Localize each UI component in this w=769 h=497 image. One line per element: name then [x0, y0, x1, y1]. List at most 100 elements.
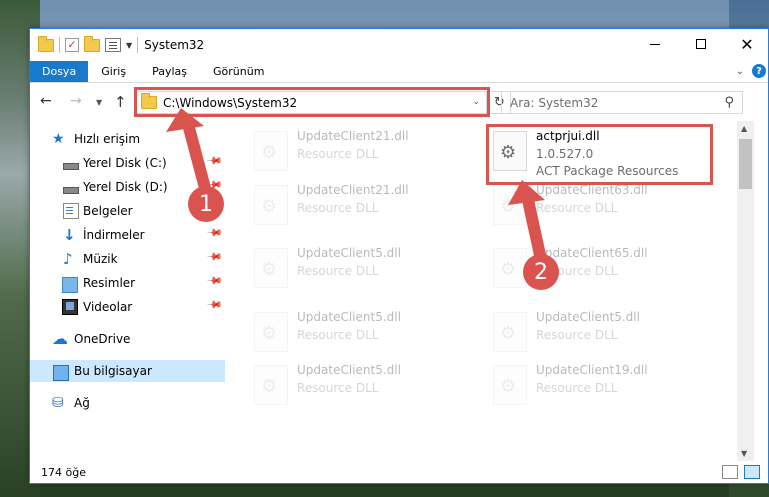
file-tile[interactable]: UpdateClient21.dll Resource DLL — [250, 125, 460, 177]
file-description: Resource DLL — [297, 201, 379, 215]
ribbon-tabs: Dosya Giriş Paylaş Görünüm ⌄ ? — [30, 61, 768, 83]
customize-toolbar-icon[interactable] — [105, 38, 121, 52]
computer-icon — [53, 365, 69, 381]
details-view-icon[interactable] — [722, 465, 738, 479]
close-icon: ✕ — [740, 34, 754, 54]
address-row: ← → ▼ ↑ C:\Windows\System32 ⌄ ↻ Ara: Sys… — [30, 84, 768, 120]
window-title: System32 — [144, 38, 205, 52]
dll-file-icon — [254, 365, 288, 405]
pin-icon: 📌 — [205, 225, 223, 242]
close-button[interactable]: ✕ — [724, 29, 768, 59]
file-description: Resource DLL — [297, 147, 379, 161]
file-tile[interactable]: UpdateClient5.dll Resource DLL — [489, 306, 699, 358]
scrollbar-thumb[interactable] — [739, 139, 752, 189]
minimize-button[interactable] — [632, 29, 678, 59]
maximize-button[interactable] — [678, 29, 724, 59]
file-tile[interactable]: UpdateClient5.dll Resource DLL — [250, 242, 460, 294]
nav-item-label: Ağ — [74, 396, 90, 410]
help-icon[interactable]: ? — [752, 64, 766, 78]
file-tile[interactable]: UpdateClient5.dll Resource DLL — [250, 359, 460, 411]
nav-item-label: İndirmeler — [83, 228, 145, 242]
nav-item-pictures[interactable]: Resimler 📌 — [30, 272, 225, 294]
nav-item-label: Müzik — [83, 252, 118, 266]
dll-file-icon — [254, 312, 288, 352]
file-explorer-window: ✓ ▼ System32 ✕ Dosya Giriş Paylaş Görünü… — [29, 28, 769, 484]
search-placeholder: Ara: System32 — [510, 95, 599, 110]
file-tile[interactable]: UpdateClient5.dll Resource DLL — [250, 306, 460, 358]
new-folder-icon[interactable] — [84, 35, 100, 52]
toolbar-dropdown-icon[interactable]: ▼ — [126, 41, 132, 50]
nav-item-downloads[interactable]: ↓ İndirmeler 📌 — [30, 224, 225, 246]
item-count: 174 öğe — [41, 466, 86, 479]
file-name: UpdateClient5.dll — [536, 310, 640, 324]
dll-file-icon — [254, 248, 288, 288]
tab-view[interactable]: Görünüm — [200, 61, 277, 82]
file-description: Resource DLL — [297, 381, 379, 395]
annotation-highlight-address — [134, 87, 490, 117]
nav-item-music[interactable]: ♪ Müzik 📌 — [30, 248, 225, 270]
ribbon-right-controls: ⌄ ? — [736, 64, 766, 78]
file-name: UpdateClient5.dll — [297, 246, 401, 260]
nav-item-this-pc[interactable]: Bu bilgisayar — [30, 360, 225, 382]
quick-access-toolbar: ✓ ▼ — [38, 35, 139, 53]
recent-locations-icon[interactable]: ▼ — [96, 98, 102, 107]
search-input[interactable]: Ara: System32 ⚲ — [501, 91, 743, 114]
file-tile[interactable]: UpdateClient21.dll Resource DLL — [250, 179, 460, 231]
download-icon: ↓ — [63, 226, 76, 244]
annotation-highlight-file — [486, 124, 713, 185]
nav-item-network[interactable]: ⛁ Ağ — [30, 392, 225, 414]
annotation-badge-2: 2 — [523, 254, 559, 290]
nav-item-label: Videolar — [83, 300, 133, 314]
vertical-scrollbar[interactable]: ▲ ▼ — [737, 121, 754, 461]
document-icon — [63, 203, 79, 219]
navigation-pane: ★ Hızlı erişim Yerel Disk (C:) 📌 Yerel D… — [30, 121, 225, 461]
file-description: Resource DLL — [297, 328, 379, 342]
file-name: UpdateClient19.dll — [536, 363, 648, 377]
drive-icon — [62, 179, 79, 195]
nav-item-label: Belgeler — [83, 204, 133, 218]
drive-icon — [62, 155, 79, 171]
divider — [137, 37, 139, 53]
annotation-badge-1: 1 — [188, 186, 224, 222]
status-bar: 174 öğe — [30, 461, 768, 483]
nav-item-onedrive[interactable]: ☁ OneDrive — [30, 328, 225, 350]
pin-icon: 📌 — [205, 249, 223, 266]
pin-icon: 📌 — [205, 297, 223, 314]
scroll-up-icon[interactable]: ▲ — [741, 124, 747, 133]
properties-check-icon[interactable]: ✓ — [65, 38, 79, 52]
dll-file-icon — [493, 312, 527, 352]
file-tile[interactable]: UpdateClient19.dll Resource DLL — [489, 359, 699, 411]
up-arrow-icon[interactable]: ↑ — [114, 93, 127, 111]
maximize-icon — [696, 39, 706, 49]
large-icons-view-icon[interactable] — [744, 465, 760, 479]
file-description: Resource DLL — [536, 201, 618, 215]
tab-home[interactable]: Giriş — [88, 61, 139, 82]
expand-ribbon-icon[interactable]: ⌄ — [736, 66, 744, 77]
nav-item-videos[interactable]: Videolar 📌 — [30, 296, 225, 318]
star-icon: ★ — [52, 131, 65, 147]
forward-arrow-icon[interactable]: → — [70, 93, 82, 109]
music-icon: ♪ — [63, 250, 73, 268]
file-tile[interactable]: UpdateClient63.dll Resource DLL — [489, 179, 699, 231]
nav-item-quick-access[interactable]: ★ Hızlı erişim — [30, 128, 225, 150]
tab-share[interactable]: Paylaş — [139, 61, 200, 82]
file-name: UpdateClient63.dll — [536, 183, 648, 197]
file-name: UpdateClient5.dll — [297, 310, 401, 324]
scroll-down-icon[interactable]: ▼ — [741, 449, 747, 458]
nav-item-local-disk-c[interactable]: Yerel Disk (C:) 📌 — [30, 152, 225, 174]
pin-icon: 📌 — [205, 153, 223, 170]
folder-icon — [38, 35, 54, 52]
dll-file-icon — [254, 131, 288, 171]
picture-icon — [62, 277, 78, 293]
nav-item-label: Resimler — [83, 276, 136, 290]
back-arrow-icon[interactable]: ← — [40, 93, 52, 109]
tab-file[interactable]: Dosya — [30, 61, 89, 82]
title-bar: ✓ ▼ System32 ✕ — [30, 29, 768, 61]
dll-file-icon — [493, 248, 527, 288]
video-icon — [62, 299, 78, 315]
file-description: Resource DLL — [297, 264, 379, 278]
divider — [59, 37, 60, 53]
cloud-icon: ☁ — [52, 329, 68, 348]
file-description: Resource DLL — [536, 328, 618, 342]
file-tile[interactable]: UpdateClient65.dll Resource DLL — [489, 242, 699, 294]
